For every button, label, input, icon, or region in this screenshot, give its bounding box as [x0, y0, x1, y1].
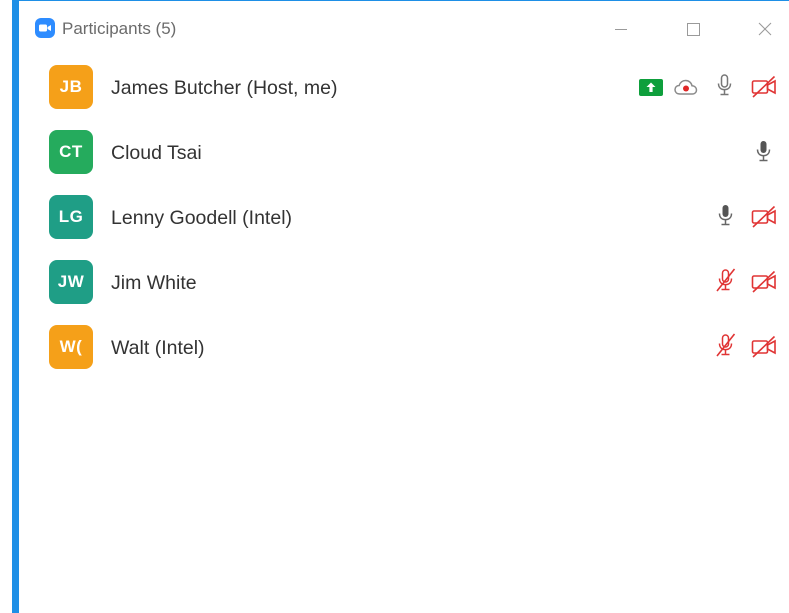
participant-name: James Butcher (Host, me) — [111, 77, 338, 99]
microphone-icon[interactable] — [711, 72, 739, 100]
participant-name: Cloud Tsai — [111, 142, 202, 164]
participant-list: JB James Butcher (Host, me) CT Cloud Tsa… — [19, 57, 789, 382]
participant-row[interactable]: JW Jim White — [19, 252, 789, 317]
participant-row[interactable]: W( Walt (Intel) — [19, 317, 789, 382]
share-screen-icon[interactable] — [638, 74, 666, 102]
minimize-button[interactable] — [601, 11, 641, 47]
title-bar[interactable]: Participants (5) — [19, 1, 789, 57]
maximize-button[interactable] — [673, 11, 713, 47]
microphone-icon[interactable] — [712, 202, 740, 230]
participants-window: Participants (5) JB James Butcher (Host,… — [0, 0, 789, 613]
participant-name: Walt (Intel) — [111, 337, 205, 359]
video-off-icon[interactable] — [750, 203, 778, 231]
close-button[interactable] — [745, 11, 785, 47]
window-title: Participants (5) — [62, 19, 177, 38]
zoom-app-icon — [35, 18, 55, 38]
window-left-border — [12, 0, 19, 613]
participant-name: Jim White — [111, 272, 197, 294]
cloud-recording-icon — [673, 74, 701, 102]
microphone-icon[interactable] — [750, 138, 778, 166]
participant-row[interactable]: LG Lenny Goodell (Intel) — [19, 187, 789, 252]
video-off-icon[interactable] — [750, 73, 778, 101]
avatar: JW — [49, 260, 93, 304]
avatar: JB — [49, 65, 93, 109]
avatar: LG — [49, 195, 93, 239]
video-off-icon[interactable] — [750, 333, 778, 361]
microphone-muted-icon[interactable] — [712, 267, 740, 295]
close-icon — [758, 22, 772, 36]
maximize-icon — [687, 23, 700, 36]
video-off-icon[interactable] — [750, 268, 778, 296]
avatar: W( — [49, 325, 93, 369]
avatar: CT — [49, 130, 93, 174]
participant-name: Lenny Goodell (Intel) — [111, 207, 293, 229]
minimize-icon — [615, 29, 627, 30]
microphone-muted-icon[interactable] — [712, 332, 740, 360]
participant-row[interactable]: JB James Butcher (Host, me) — [19, 57, 789, 122]
participant-row[interactable]: CT Cloud Tsai — [19, 122, 789, 187]
